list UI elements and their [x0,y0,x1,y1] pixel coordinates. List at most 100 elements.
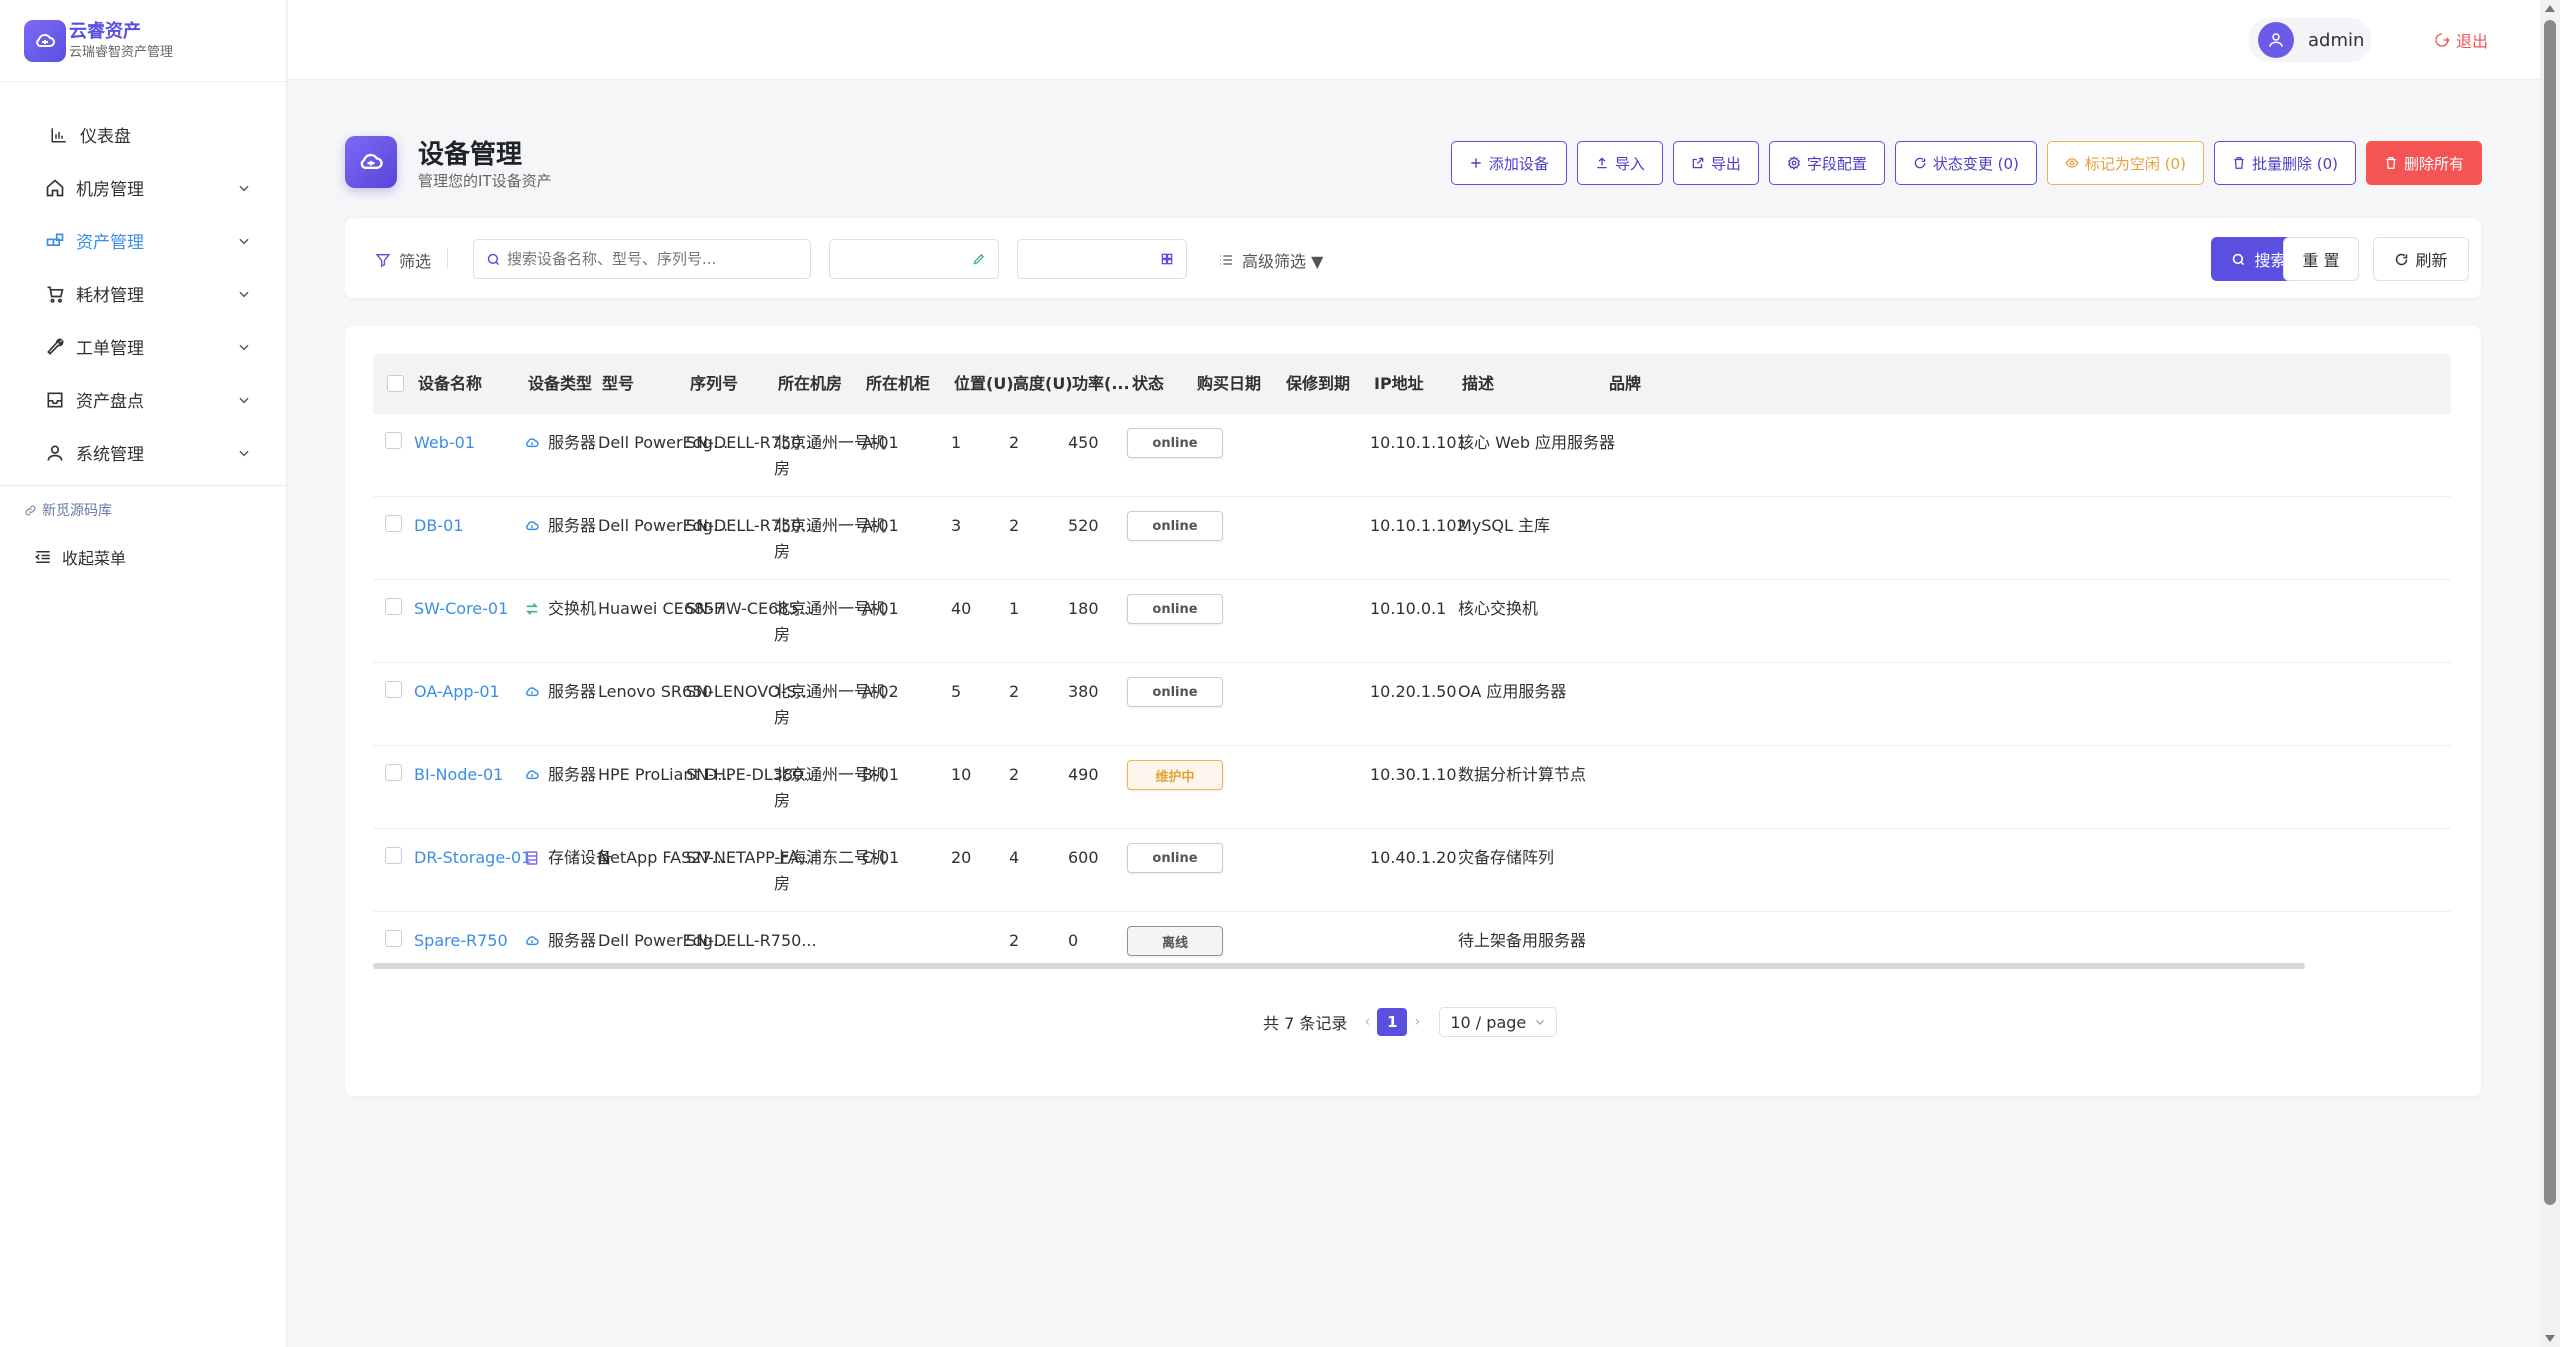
refresh-button[interactable]: 刷新 [2373,237,2469,281]
device-name-link[interactable]: SW-Core-01 [414,596,508,622]
status-change-button[interactable]: 状态变更 (0) [1894,141,2037,185]
table-row[interactable]: OA-App-01 服务器 Lenovo SR650 SN-LENOVO-S... 北京… [373,663,2451,746]
column-header[interactable]: 位置(U) [954,354,1014,414]
import-button[interactable]: 导入 [1576,141,1663,185]
collapse-menu-button[interactable]: 收起菜单 [34,545,126,569]
source-link[interactable]: 新觅源码库 [24,500,112,520]
horizontal-scrollbar[interactable] [373,963,2305,969]
select-all-checkbox[interactable] [387,375,404,392]
column-header[interactable]: 所在机房 [778,354,842,414]
sidebar-item-1[interactable]: 机房管理 [0,161,286,214]
top-header: admin 退出 [288,0,2540,80]
row-checkbox[interactable] [385,598,402,615]
sidebar-item-0[interactable]: 仪表盘 [0,108,286,161]
filter-toggle[interactable]: 筛选 [375,248,431,272]
column-header[interactable]: 设备名称 [418,354,482,414]
table-row[interactable]: SW-Core-01 交换机 Huawei CE6857 SN-HW-CE685...… [373,580,2451,663]
mark-idle-button[interactable]: 标记为空闲 (0) [2046,141,2204,185]
cell-pos: 1 [951,433,962,452]
device-type: 服务器 [524,513,596,539]
row-checkbox[interactable] [385,930,402,947]
row-checkbox[interactable] [385,432,402,449]
reset-button[interactable]: 重 置 [2283,237,2359,281]
logo[interactable]: 云睿资产 云瑞睿智资产管理 [0,0,286,82]
status-badge: online [1127,843,1223,873]
row-checkbox[interactable] [385,764,402,781]
export-icon [1692,157,1704,169]
chevron-down-icon [236,392,252,408]
cell-rack: C-01 [862,848,900,867]
device-name-link[interactable]: Web-01 [414,430,475,456]
column-header[interactable]: IP地址 [1374,354,1424,414]
add-device-button[interactable]: 添加设备 [1450,141,1567,185]
reset-button-label: 重 置 [2302,251,2340,270]
delete-all-button[interactable]: 删除所有 [2365,141,2482,185]
column-header[interactable]: 购买日期 [1197,354,1261,414]
cell-ip: 10.10.1.101 [1370,433,1467,452]
search-field[interactable] [473,239,811,279]
advanced-filter-toggle[interactable]: 高级筛选 ▼ [1218,248,1323,272]
search-button-label: 搜索 [2254,251,2287,270]
table-row[interactable]: DR-Storage-01 存储设备 NetApp FAS27... SN-NETAP… [373,829,2451,912]
column-header[interactable]: 状态 [1132,354,1164,414]
column-header[interactable]: 品牌 [1609,354,1641,414]
cloud-icon [524,767,540,783]
vertical-scrollbar[interactable] [2540,0,2560,1347]
page-number-1[interactable]: 1 [1377,1008,1408,1036]
column-header[interactable]: 所在机柜 [866,354,930,414]
cell-ip: 10.10.1.102 [1370,516,1467,535]
sidebar-menu: 仪表盘 机房管理 资产管理 耗材管理 工单管理 资产盘点系统管理 [0,82,286,479]
sidebar-item-6[interactable]: 系统管理 [0,426,286,479]
export-button[interactable]: 导出 [1672,141,1759,185]
device-name-link[interactable]: DB-01 [414,513,463,539]
search-input[interactable] [507,250,797,268]
table-row[interactable]: DB-01 服务器 Dell PowerEdg... SN-DELL-R750... 北… [373,497,2451,580]
scrollbar-thumb[interactable] [2544,20,2556,1205]
device-type: 服务器 [524,762,596,788]
device-name-link[interactable]: OA-App-01 [414,679,500,705]
row-checkbox[interactable] [385,681,402,698]
cell-desc: 灾备存储阵列 [1458,848,1555,867]
type-select[interactable] [829,239,999,279]
row-checkbox[interactable] [385,515,402,532]
column-header[interactable]: 功率(... [1072,354,1130,414]
next-page-icon[interactable]: › [1407,1014,1427,1030]
sidebar-item-2[interactable]: 资产管理 [0,214,286,267]
field-config-button[interactable]: 字段配置 [1768,141,1885,185]
page-size-select[interactable]: 10 / page [1439,1007,1558,1037]
device-name-link[interactable]: Spare-R750 [414,928,508,954]
table-row[interactable]: Web-01 服务器 Dell PowerEdg... SN-DELL-R750...… [373,414,2451,497]
user-menu[interactable]: admin [2248,18,2372,62]
row-checkbox[interactable] [385,847,402,864]
status-select[interactable] [1017,239,1187,279]
cell-height: 2 [1009,682,1020,701]
column-header[interactable]: 高度(U) [1013,354,1073,414]
cell-ip: 10.20.1.50 [1370,682,1457,701]
status-badge: online [1127,594,1223,624]
cell-power: 0 [1068,931,1079,950]
sidebar-item-4[interactable]: 工单管理 [0,320,286,373]
batch-delete-button[interactable]: 批量删除 (0) [2213,141,2356,185]
scroll-down-arrow-icon[interactable] [2545,1335,2555,1342]
prev-page-icon[interactable]: ‹ [1357,1014,1377,1030]
table-row[interactable]: BI-Node-01 服务器 HPE ProLiant D... SN-HPE-DL3… [373,746,2451,829]
sidebar-item-label: 系统管理 [76,445,144,465]
delete-all-label: 删除所有 [2403,154,2464,173]
column-header[interactable]: 描述 [1462,354,1494,414]
column-header[interactable]: 型号 [602,354,634,414]
chevron-down-icon [236,445,252,461]
device-type-label: 服务器 [548,682,597,701]
column-header[interactable]: 设备类型 [528,354,592,414]
refresh-icon [1914,157,1926,169]
sidebar-item-3[interactable]: 耗材管理 [0,267,286,320]
cell-rack: A-02 [862,682,899,701]
device-name-link[interactable]: DR-Storage-01 [414,845,531,871]
sidebar-item-5[interactable]: 资产盘点 [0,373,286,426]
cell-power: 180 [1068,599,1099,618]
app-title: 云睿资产 [69,20,141,42]
logout-button[interactable]: 退出 [2434,28,2488,52]
scroll-up-arrow-icon[interactable] [2545,5,2555,12]
column-header[interactable]: 序列号 [690,354,738,414]
column-header[interactable]: 保修到期 [1286,354,1350,414]
device-name-link[interactable]: BI-Node-01 [414,762,503,788]
